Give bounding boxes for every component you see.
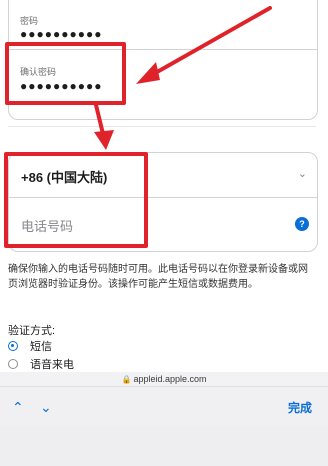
arrow-down-icon[interactable]: ⌄ <box>40 399 52 416</box>
radio-voice-label: 语音来电 <box>30 359 74 371</box>
password-card: 密码 ●●●●●●●●●● 确认密码 ●●●●●●●●●● <box>8 0 318 120</box>
radio-sms-label: 短信 <box>30 341 52 353</box>
phone-number-input[interactable]: 电话号码 <box>21 216 73 235</box>
confirm-password-value[interactable]: ●●●●●●●●●● <box>20 79 102 93</box>
section-divider <box>8 126 316 127</box>
page: 密码 ●●●●●●●●●● 确认密码 ●●●●●●●●●● +86 (中国大陆)… <box>0 0 328 466</box>
password-value[interactable]: ●●●●●●●●●● <box>20 27 102 41</box>
confirm-password-label: 确认密码 <box>20 67 57 77</box>
keyboard-toolbar: ⌃ ⌄ 完成 <box>0 386 328 427</box>
phone-card: +86 (中国大陆) ⌄ 电话号码 ? <box>8 152 318 252</box>
phone-info-text: 确保你输入的电话号码随时可用。此电话号码以在你登录新设备或网页浏览器时验证身份。… <box>8 264 308 290</box>
password-label: 密码 <box>20 16 39 26</box>
confirm-password-field[interactable]: 确认密码 ●●●●●●●●●● <box>9 49 317 119</box>
address-url: appleid.apple.com <box>133 374 207 384</box>
radio-sms[interactable]: 短信 <box>8 338 52 354</box>
address-bar[interactable]: 🔒 appleid.apple.com <box>0 372 328 386</box>
country-select[interactable]: +86 (中国大陆) ⌄ <box>9 153 317 197</box>
lock-icon: 🔒 <box>121 375 132 384</box>
chevron-down-icon: ⌄ <box>297 168 307 180</box>
country-value: +86 (中国大陆) <box>21 170 108 185</box>
radio-button[interactable] <box>8 359 18 369</box>
phone-number-field[interactable]: 电话号码 ? <box>9 197 317 251</box>
help-icon[interactable]: ? <box>295 217 309 231</box>
keyboard-area <box>0 426 328 466</box>
verification-title: 验证方式: <box>8 325 56 337</box>
done-button[interactable]: 完成 <box>288 399 312 416</box>
radio-voice-call[interactable]: 语音来电 <box>8 356 74 372</box>
arrow-to-phone-head <box>94 130 114 150</box>
radio-button-selected[interactable] <box>8 341 18 351</box>
password-field[interactable]: 密码 ●●●●●●●●●● <box>9 0 317 49</box>
arrow-up-icon[interactable]: ⌃ <box>12 399 24 416</box>
